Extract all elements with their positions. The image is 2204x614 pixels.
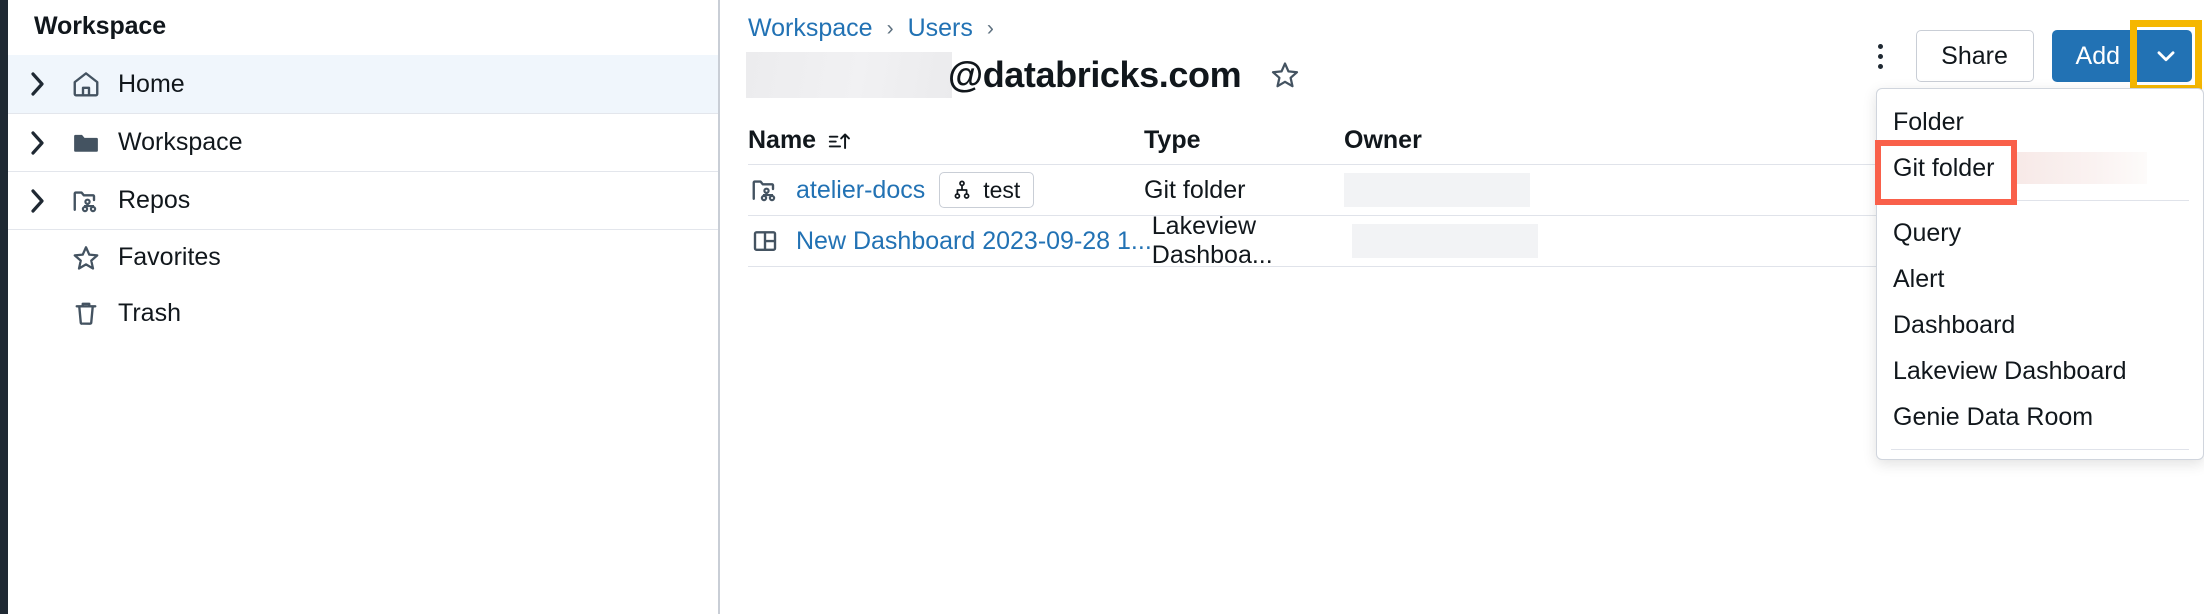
chevron-right-icon[interactable]	[30, 130, 64, 156]
workspace-sidebar: Workspace Home Workspace Repos Favorites…	[8, 0, 720, 614]
git-branch-icon	[950, 178, 974, 202]
favorite-star-icon[interactable]	[1269, 59, 1301, 91]
column-header-name[interactable]: Name	[748, 126, 852, 155]
column-header-name-label: Name	[748, 126, 817, 154]
git-branch-chip[interactable]: test	[939, 172, 1035, 208]
object-name-link[interactable]: New Dashboard 2023-09-28 1...	[796, 227, 1152, 256]
menu-item-genie-data-room[interactable]: Genie Data Room	[1877, 394, 2203, 440]
sidebar-item-trash[interactable]: Trash	[8, 285, 718, 341]
share-button[interactable]: Share	[1915, 30, 2034, 82]
workspace-browser-page: Workspace Home Workspace Repos Favorites…	[0, 0, 2204, 614]
object-type: Lakeview Dashboa...	[1151, 212, 1273, 269]
sidebar-item-home[interactable]: Home	[8, 55, 718, 113]
redacted-owner	[1344, 173, 1530, 207]
breadcrumb-item-users[interactable]: Users	[908, 14, 973, 43]
menu-divider	[1891, 449, 2189, 450]
redacted-owner	[1351, 224, 1538, 258]
add-dropdown-toggle[interactable]	[2140, 30, 2192, 82]
add-button-group: Add	[2051, 20, 2202, 92]
add-button[interactable]: Add	[2051, 30, 2140, 82]
sidebar-item-workspace[interactable]: Workspace	[8, 113, 718, 171]
column-header-owner[interactable]: Owner	[1344, 126, 1422, 155]
star-icon	[64, 243, 108, 273]
redacted-username	[746, 52, 952, 98]
header-actions: Share Add	[1864, 20, 2202, 92]
sidebar-title: Workspace	[34, 12, 167, 40]
sidebar-item-label: Workspace	[118, 128, 243, 156]
chevron-right-icon[interactable]	[30, 188, 64, 214]
object-name-link[interactable]: atelier-docs	[796, 176, 925, 205]
dashboard-icon	[748, 226, 782, 256]
page-title: @databricks.com	[948, 54, 1242, 95]
sidebar-item-label: Home	[118, 69, 185, 98]
left-nav-rail	[0, 0, 8, 614]
menu-item-lakeview-dashboard[interactable]: Lakeview Dashboard	[1877, 348, 2203, 394]
trash-icon	[64, 298, 108, 328]
sidebar-item-favorites[interactable]: Favorites	[8, 229, 718, 285]
sidebar-item-label: Favorites	[118, 243, 221, 271]
breadcrumb-item-workspace[interactable]: Workspace	[748, 14, 873, 43]
menu-item-alert[interactable]: Alert	[1877, 256, 2203, 302]
object-type: Git folder	[1144, 175, 1246, 204]
sidebar-item-repos[interactable]: Repos	[8, 171, 718, 229]
main-content: Workspace › Users › @databricks.com Shar…	[720, 0, 2204, 614]
sidebar-item-label: Trash	[118, 298, 181, 327]
chevron-right-icon[interactable]	[30, 71, 64, 97]
breadcrumb-separator: ›	[886, 16, 894, 40]
column-header-type[interactable]: Type	[1144, 126, 1344, 155]
menu-item-query[interactable]: Query	[1877, 210, 2203, 256]
folder-icon	[64, 128, 108, 158]
repo-folder-icon	[64, 186, 108, 216]
sidebar-item-label: Repos	[118, 186, 191, 214]
redacted-menu-hint	[2013, 152, 2147, 184]
menu-item-folder[interactable]: Folder	[1877, 99, 2203, 145]
git-branch-label: test	[983, 176, 1021, 203]
sort-ascending-icon[interactable]	[826, 128, 852, 154]
add-dropdown-menu: Folder Git folder Query Alert Dashboard …	[1875, 88, 2204, 460]
git-folder-icon	[748, 175, 782, 205]
breadcrumb-separator: ›	[986, 16, 994, 40]
more-vertical-icon[interactable]	[1864, 36, 1898, 76]
menu-item-git-folder-label: Git folder	[1893, 153, 1995, 182]
home-icon	[64, 69, 108, 99]
menu-item-git-folder[interactable]: Git folder	[1875, 140, 2203, 205]
menu-item-dashboard[interactable]: Dashboard	[1877, 302, 2203, 348]
menu-divider	[1891, 200, 2189, 201]
